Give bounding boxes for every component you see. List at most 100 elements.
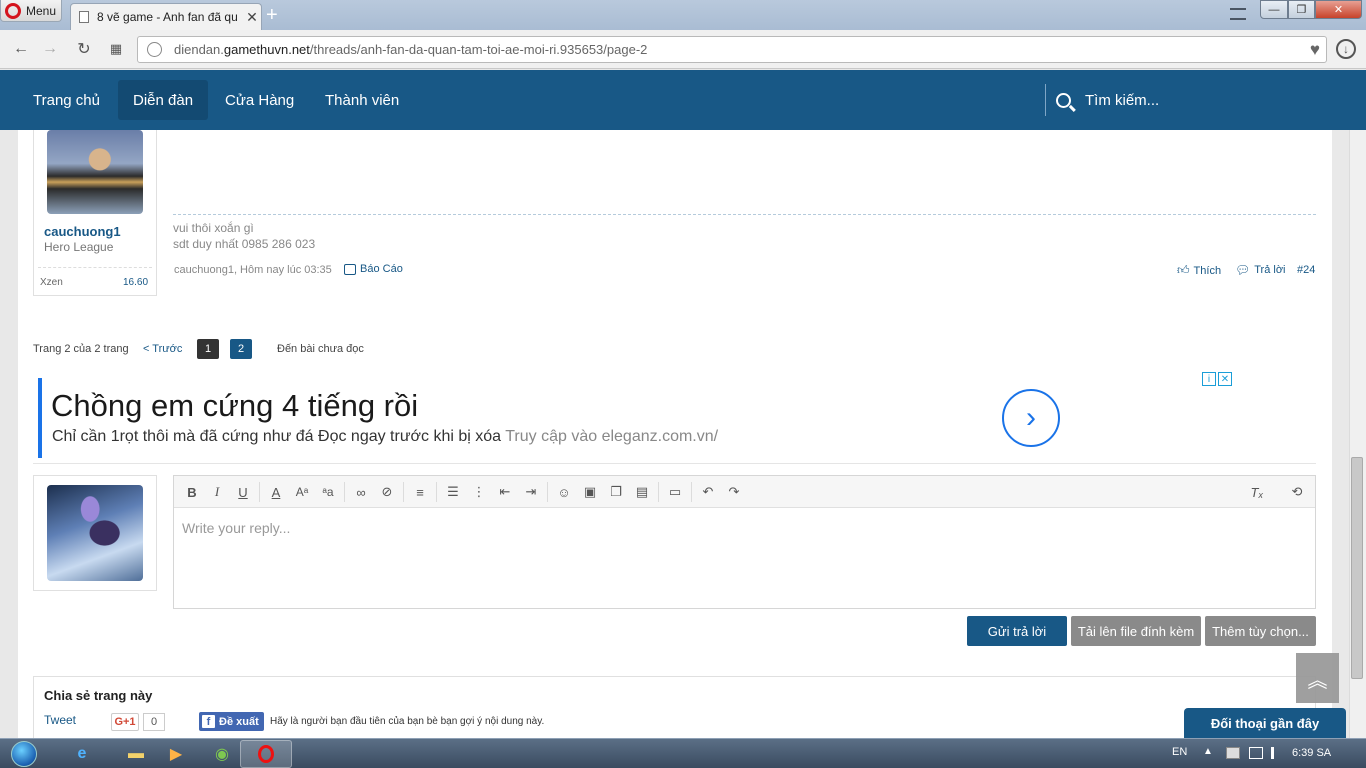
network-icon[interactable] — [1226, 747, 1240, 759]
nav-members[interactable]: Thành viên — [310, 80, 414, 120]
comment-icon: 💬︎ — [1235, 263, 1251, 277]
underline-icon[interactable]: U — [234, 483, 252, 501]
language-indicator[interactable]: EN — [1172, 746, 1187, 758]
search-icon — [1056, 92, 1071, 108]
bookmark-heart-icon[interactable]: ♥ — [1310, 40, 1320, 60]
new-tab-icon[interactable]: + — [266, 4, 278, 27]
undo-icon[interactable]: ↶ — [699, 483, 717, 501]
remove-format-icon[interactable]: Tₓ — [1248, 483, 1266, 501]
start-button[interactable] — [4, 739, 44, 768]
post-number[interactable]: #24 — [1297, 264, 1315, 276]
scrollbar-thumb[interactable] — [1351, 457, 1363, 679]
align-icon[interactable]: ≡ — [411, 483, 429, 501]
reply-editor[interactable]: B I U A Aᵃ ᵃa ∞ ⊘ ≡ ☰ ⋮ ⇤ ⇥ ☺ ▣ ❐ ▤ ▭ ↶ … — [173, 475, 1316, 609]
like-link[interactable]: 👍︎ Thích — [1177, 263, 1221, 278]
divider — [38, 267, 152, 268]
media-icon[interactable]: ❐ — [607, 483, 625, 501]
action-center-icon[interactable] — [1249, 747, 1263, 759]
ad-close-icon[interactable]: ✕ — [1218, 372, 1232, 386]
bold-icon[interactable]: B — [183, 483, 201, 501]
address-bar[interactable]: diendan. gamethuvn.net/threads/anh-fan-da… — [137, 36, 1327, 63]
minimize-icon[interactable]: — — [1260, 0, 1288, 19]
ad-url[interactable]: Truy cập vào eleganz.com.vn/ — [505, 428, 718, 445]
smilie-icon[interactable]: ☺ — [555, 483, 573, 501]
nav-forum[interactable]: Diễn đàn — [118, 80, 209, 120]
signature-line-2: sdt duy nhất 0985 286 023 — [173, 237, 316, 251]
opera-logo-icon — [5, 2, 21, 19]
internet-explorer-icon[interactable]: e — [56, 740, 108, 768]
more-options-button[interactable]: Thêm tùy chọn... — [1205, 616, 1316, 646]
scroll-to-top-button[interactable]: ︽ — [1296, 653, 1339, 703]
toolbar-separator — [658, 482, 659, 502]
insert-icon[interactable]: ▤ — [633, 483, 651, 501]
bbcode-toggle-icon[interactable]: ⟲ — [1288, 483, 1306, 501]
page-2-button[interactable]: 2 — [230, 339, 252, 359]
link-icon[interactable]: ∞ — [352, 483, 370, 501]
number-list-icon[interactable]: ⋮ — [470, 483, 488, 501]
image-icon[interactable]: ▣ — [581, 483, 599, 501]
ad-info-icon[interactable]: i — [1202, 372, 1216, 386]
opera-taskbar-icon[interactable] — [240, 740, 292, 768]
tab-menu-icon[interactable] — [1230, 8, 1246, 20]
send-reply-button[interactable]: Gửi trả lời — [967, 616, 1067, 646]
reply-placeholder: Write your reply... — [182, 520, 291, 536]
advertisement[interactable]: Chồng em cứng 4 tiếng rồi Chỉ cần 1rọt t… — [38, 372, 1238, 458]
show-hidden-icons-icon[interactable]: ▲ — [1203, 746, 1213, 757]
browser-tab-bar: Menu 8 vẽ game - Anh fan đã qu ✕ + — ❐ ✕ — [0, 0, 1366, 30]
tab-title: 8 vẽ game - Anh fan đã qu — [97, 10, 238, 24]
browser-tab[interactable]: 8 vẽ game - Anh fan đã qu ✕ — [70, 3, 262, 30]
font-size-icon[interactable]: Aᵃ — [293, 483, 311, 501]
media-player-icon[interactable]: ▶ — [150, 740, 202, 768]
reply-link[interactable]: 💬︎ Trả lời — [1235, 263, 1285, 277]
redo-icon[interactable]: ↷ — [725, 483, 743, 501]
forward-icon[interactable]: → — [38, 38, 62, 60]
text-color-icon[interactable]: A — [267, 483, 285, 501]
page-1-button[interactable]: 1 — [197, 339, 219, 359]
site-info-icon[interactable] — [147, 42, 162, 57]
facebook-recommend-button[interactable]: f Đề xuất — [199, 712, 264, 731]
close-window-icon[interactable]: ✕ — [1315, 0, 1362, 19]
opera-menu-button[interactable]: Menu — [0, 0, 62, 22]
unlink-icon[interactable]: ⊘ — [378, 483, 396, 501]
font-family-icon[interactable]: ᵃa — [319, 483, 337, 501]
nav-home[interactable]: Trang chủ — [18, 80, 115, 120]
signature-divider — [173, 214, 1316, 215]
avatar[interactable] — [47, 130, 143, 214]
reload-icon[interactable]: ↻ — [72, 38, 96, 60]
ad-description: Chỉ cần 1rọt thôi mà đã cứng như đá Đọc … — [52, 428, 718, 446]
tweet-link[interactable]: Tweet — [44, 713, 76, 727]
speed-dial-icon[interactable]: ▦ — [104, 38, 128, 60]
bullet-list-icon[interactable]: ☰ — [444, 483, 462, 501]
prev-page-link[interactable]: < Trước — [143, 343, 182, 355]
upload-attachment-button[interactable]: Tải lên file đính kèm — [1071, 616, 1201, 646]
user-stat-label: Xzen — [40, 277, 63, 288]
google-plus-widget: G+1 0 — [111, 713, 165, 731]
ad-choices[interactable]: i ✕ — [1202, 372, 1232, 386]
url-domain-prefix: diendan. — [174, 42, 224, 57]
back-icon[interactable]: ← — [9, 38, 33, 60]
windows-logo-icon — [11, 741, 37, 767]
toolbar-separator — [344, 482, 345, 502]
outdent-icon[interactable]: ⇤ — [496, 483, 514, 501]
italic-icon[interactable]: I — [208, 483, 226, 501]
clock[interactable]: 6:39 SA — [1292, 747, 1331, 759]
indent-icon[interactable]: ⇥ — [522, 483, 540, 501]
google-plus-button[interactable]: G+1 — [111, 713, 139, 731]
google-plus-count: 0 — [143, 713, 165, 731]
report-link[interactable]: Báo Cáo — [344, 263, 403, 275]
ad-title[interactable]: Chồng em cứng 4 tiếng rồi — [51, 388, 418, 424]
download-icon[interactable]: ↓ — [1336, 39, 1356, 59]
recent-conversations-button[interactable]: Đối thoại gần đây — [1184, 708, 1346, 738]
page-margin — [1332, 130, 1349, 738]
volume-icon[interactable] — [1271, 747, 1285, 759]
close-tab-icon[interactable]: ✕ — [243, 9, 261, 26]
site-search[interactable]: Tìm kiếm... — [1045, 84, 1159, 116]
save-draft-icon[interactable]: ▭ — [666, 483, 684, 501]
ad-open-arrow-icon[interactable]: › — [1002, 389, 1060, 447]
maximize-icon[interactable]: ❐ — [1288, 0, 1315, 19]
post-username[interactable]: cauchuong1 — [44, 224, 121, 239]
unread-link[interactable]: Đến bài chưa đọc — [277, 343, 364, 355]
current-user-avatar[interactable] — [47, 485, 143, 581]
nav-store[interactable]: Cửa Hàng — [210, 80, 309, 120]
ad-desc-text: Chỉ cần 1rọt thôi mà đã cứng như đá Đọc … — [52, 428, 502, 445]
